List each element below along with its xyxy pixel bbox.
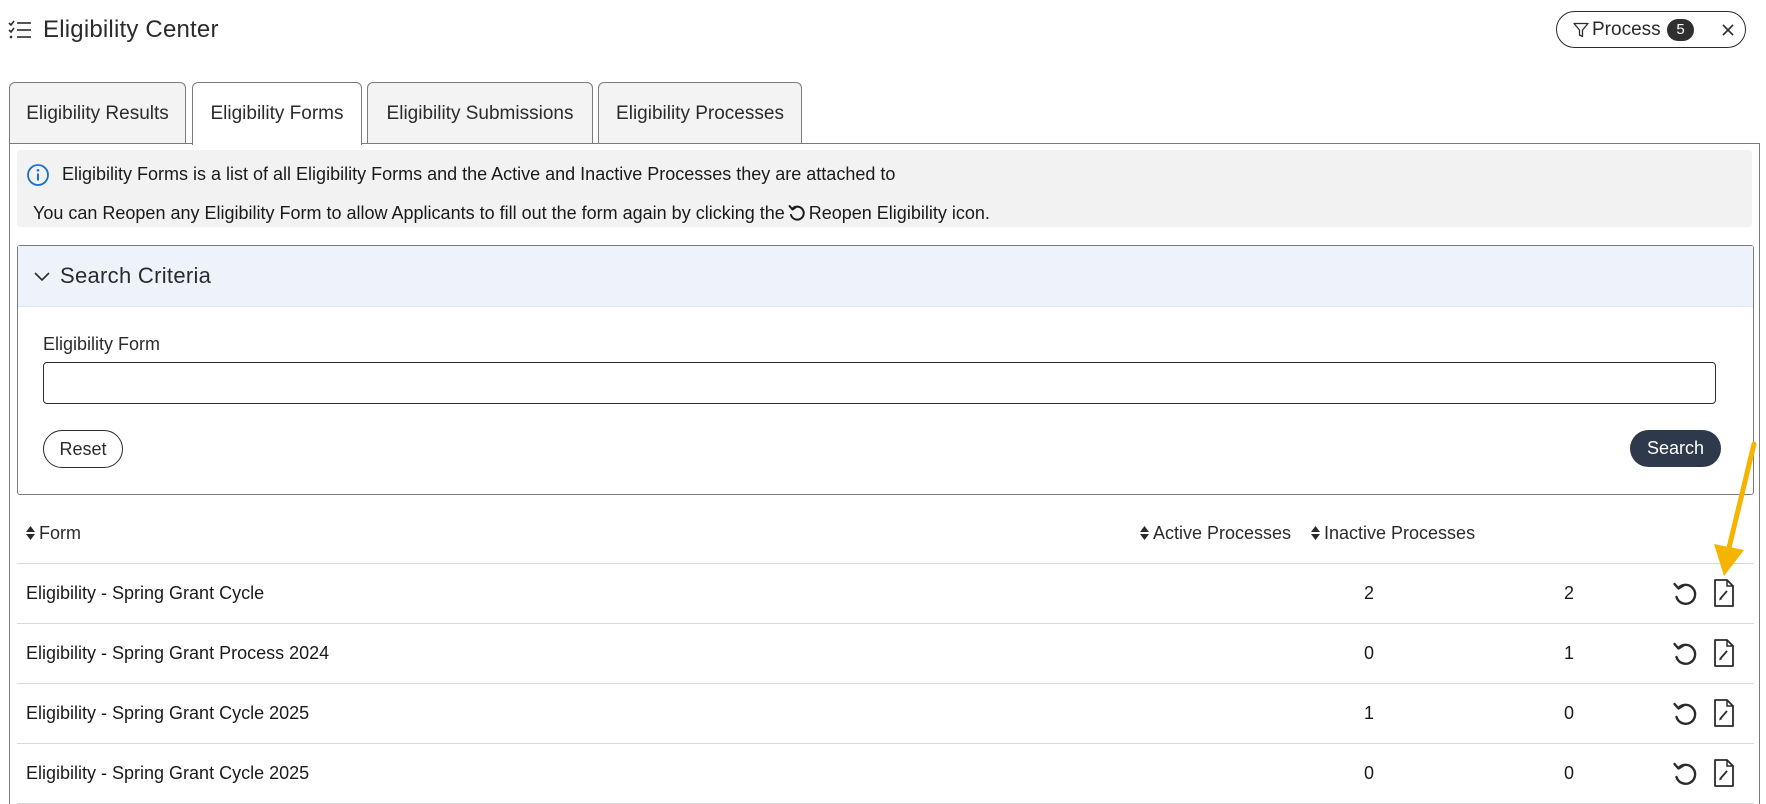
- table-row: Eligibility - Spring Grant Process 2024 …: [17, 624, 1754, 684]
- process-filter-pill[interactable]: Process 5: [1556, 11, 1746, 48]
- column-header-active-processes[interactable]: Active Processes: [1139, 523, 1291, 544]
- form-name-cell: Eligibility - Spring Grant Cycle 2025: [26, 763, 310, 783]
- inactive-processes-cell: 0: [1563, 703, 1574, 723]
- info-text-line-1: Eligibility Forms is a list of all Eligi…: [62, 164, 896, 184]
- sort-icon: [26, 526, 35, 540]
- reset-button[interactable]: Reset: [43, 430, 123, 468]
- document-edit-icon[interactable]: [1713, 578, 1735, 608]
- process-filter-label: Process: [1592, 19, 1661, 40]
- info-circle-icon: [27, 164, 49, 186]
- inactive-processes-cell: 0: [1563, 763, 1574, 783]
- document-edit-icon[interactable]: [1713, 758, 1735, 788]
- list-check-icon: [8, 20, 31, 39]
- column-header-form-label: Form: [39, 523, 81, 543]
- inactive-processes-cell: 1: [1563, 643, 1574, 663]
- tab-panel: Eligibility Forms is a list of all Eligi…: [9, 143, 1760, 804]
- info-text-line-2-end: Reopen Eligibility icon.: [808, 203, 990, 223]
- reopen-icon[interactable]: [1670, 639, 1700, 669]
- table-row: Eligibility - Spring Grant Cycle 2 2: [17, 564, 1754, 624]
- form-name-cell: Eligibility - Spring Grant Cycle 2025: [26, 703, 310, 723]
- eligibility-form-input[interactable]: [43, 362, 1716, 404]
- eligibility-form-label: Eligibility Form: [43, 334, 161, 354]
- close-icon[interactable]: [1718, 20, 1738, 40]
- info-text-line-2-start: You can Reopen any Eligibility Form to a…: [33, 203, 785, 223]
- column-header-active-label: Active Processes: [1153, 523, 1292, 543]
- active-processes-cell: 1: [1363, 703, 1374, 723]
- page-title: Eligibility Center: [43, 16, 219, 43]
- sort-icon: [1140, 526, 1149, 540]
- tab-eligibility-results[interactable]: Eligibility Results: [9, 82, 186, 144]
- table-row: Eligibility - Spring Grant Cycle 2025 0 …: [17, 744, 1754, 804]
- tab-eligibility-submissions[interactable]: Eligibility Submissions: [367, 82, 593, 144]
- reopen-icon[interactable]: [1670, 579, 1700, 609]
- info-text-line-2: You can Reopen any Eligibility Form to a…: [33, 203, 990, 224]
- document-edit-icon[interactable]: [1713, 698, 1735, 728]
- annotation-arrow-icon: [1714, 441, 1757, 576]
- search-button[interactable]: Search: [1630, 430, 1721, 467]
- reopen-icon[interactable]: [1670, 699, 1700, 729]
- table-row: Eligibility - Spring Grant Cycle 2025 1 …: [17, 684, 1754, 744]
- app-header: Eligibility Center Process 5: [0, 0, 1766, 62]
- column-header-inactive-label: Inactive Processes: [1324, 523, 1476, 543]
- tab-eligibility-processes[interactable]: Eligibility Processes: [598, 82, 802, 144]
- column-header-inactive-processes[interactable]: Inactive Processes: [1310, 523, 1475, 544]
- form-name-cell: Eligibility - Spring Grant Process 2024: [26, 643, 330, 663]
- document-edit-icon[interactable]: [1713, 638, 1735, 668]
- inactive-processes-cell: 2: [1563, 583, 1574, 603]
- table-header: Form Active Processes Inactive Processes: [17, 504, 1754, 564]
- search-criteria-title: Search Criteria: [60, 263, 212, 288]
- reopen-icon[interactable]: [1670, 759, 1700, 789]
- tab-eligibility-forms[interactable]: Eligibility Forms: [192, 82, 362, 145]
- chevron-down-icon: [34, 272, 50, 282]
- reopen-icon: [788, 205, 805, 221]
- active-processes-cell: 0: [1363, 763, 1374, 783]
- process-filter-count-badge: 5: [1667, 19, 1694, 41]
- search-criteria-header[interactable]: Search Criteria: [18, 246, 1753, 307]
- active-processes-cell: 2: [1363, 583, 1374, 603]
- funnel-icon: [1573, 22, 1589, 38]
- search-criteria-card: Search Criteria Eligibility Form Reset S…: [17, 245, 1754, 495]
- info-banner: Eligibility Forms is a list of all Eligi…: [17, 150, 1752, 227]
- active-processes-cell: 0: [1363, 643, 1374, 663]
- form-name-cell: Eligibility - Spring Grant Cycle: [26, 583, 265, 603]
- column-header-form[interactable]: Form: [25, 523, 81, 544]
- sort-icon: [1311, 526, 1320, 540]
